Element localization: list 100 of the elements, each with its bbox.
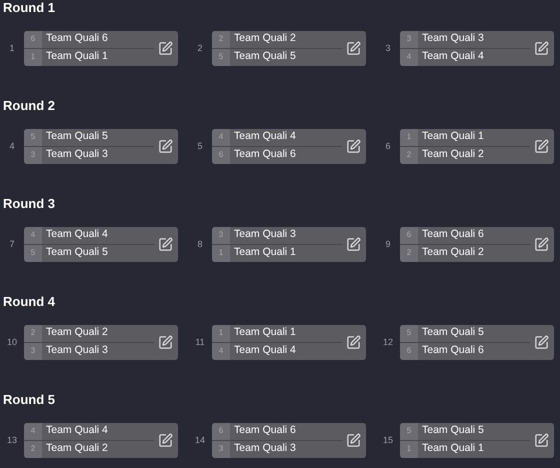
- team-name: Team Quali 3: [45, 147, 108, 162]
- team-name: Team Quali 2: [45, 325, 108, 340]
- match-card[interactable]: 6 Team Quali 6 3 Team Quali 3: [212, 423, 366, 458]
- seed-number: 3: [24, 342, 42, 360]
- team-name: Team Quali 5: [421, 325, 484, 340]
- team-name: Team Quali 2: [233, 31, 296, 46]
- match-card[interactable]: 6 Team Quali 6 1 Team Quali 1: [24, 31, 178, 66]
- seed-number: 5: [24, 244, 42, 262]
- match-number: 2: [196, 42, 204, 55]
- edit-icon[interactable]: [158, 335, 173, 350]
- match-card[interactable]: 2 Team Quali 2 3 Team Quali 3: [24, 325, 178, 360]
- team-name: Team Quali 1: [421, 129, 484, 144]
- team-name: Team Quali 4: [45, 423, 108, 438]
- edit-icon[interactable]: [534, 139, 549, 154]
- team-name: Team Quali 5: [45, 245, 108, 260]
- edit-icon[interactable]: [534, 237, 549, 252]
- match-number: 13: [6, 434, 18, 447]
- seed-number: 5: [24, 129, 42, 146]
- match-card[interactable]: 6 Team Quali 6 2 Team Quali 2: [400, 227, 554, 262]
- edit-icon[interactable]: [346, 41, 361, 56]
- seed-number: 3: [212, 227, 230, 244]
- match-card[interactable]: 3 Team Quali 3 4 Team Quali 4: [400, 31, 554, 66]
- seed-number: 5: [400, 325, 418, 342]
- team-name: Team Quali 2: [421, 147, 484, 162]
- seed-number: 1: [400, 440, 418, 458]
- seed-number: 4: [212, 129, 230, 146]
- match-number: 11: [194, 336, 206, 349]
- seed-number: 2: [24, 325, 42, 342]
- match-number: 9: [384, 238, 392, 251]
- match-number: 14: [194, 434, 206, 447]
- team-name: Team Quali 5: [45, 129, 108, 144]
- seed-number: 4: [24, 227, 42, 244]
- team-name: Team Quali 4: [233, 343, 296, 358]
- seed-number: 4: [400, 48, 418, 66]
- seed-number: 2: [212, 31, 230, 48]
- team-name: Team Quali 2: [421, 245, 484, 260]
- edit-icon[interactable]: [534, 433, 549, 448]
- seed-number: 2: [400, 146, 418, 164]
- edit-icon[interactable]: [158, 433, 173, 448]
- edit-icon[interactable]: [534, 335, 549, 350]
- team-name: Team Quali 5: [421, 423, 484, 438]
- team-name: Team Quali 6: [45, 31, 108, 46]
- edit-icon[interactable]: [346, 139, 361, 154]
- team-name: Team Quali 3: [45, 343, 108, 358]
- team-name: Team Quali 1: [233, 325, 296, 340]
- seed-number: 6: [212, 423, 230, 440]
- seed-number: 1: [400, 129, 418, 146]
- seed-number: 4: [24, 423, 42, 440]
- match-number: 10: [6, 336, 18, 349]
- team-name: Team Quali 3: [233, 227, 296, 242]
- edit-icon[interactable]: [346, 237, 361, 252]
- match-card[interactable]: 5 Team Quali 5 1 Team Quali 1: [400, 423, 554, 458]
- team-name: Team Quali 5: [233, 49, 296, 64]
- match-card[interactable]: 2 Team Quali 2 5 Team Quali 5: [212, 31, 366, 66]
- seed-number: 3: [212, 440, 230, 458]
- seed-number: 4: [212, 342, 230, 360]
- edit-icon[interactable]: [158, 139, 173, 154]
- team-name: Team Quali 4: [421, 49, 484, 64]
- round-title: Round 3: [2, 196, 55, 212]
- team-name: Team Quali 3: [421, 31, 484, 46]
- edit-icon[interactable]: [346, 433, 361, 448]
- seed-number: 2: [24, 440, 42, 458]
- seed-number: 6: [400, 227, 418, 244]
- seed-number: 3: [400, 31, 418, 48]
- seed-number: 1: [212, 244, 230, 262]
- match-card[interactable]: 4 Team Quali 4 5 Team Quali 5: [24, 227, 178, 262]
- edit-icon[interactable]: [534, 41, 549, 56]
- match-card[interactable]: 3 Team Quali 3 1 Team Quali 1: [212, 227, 366, 262]
- team-name: Team Quali 1: [421, 441, 484, 456]
- match-number: 6: [384, 140, 392, 153]
- seed-number: 1: [212, 325, 230, 342]
- match-card[interactable]: 5 Team Quali 5 6 Team Quali 6: [400, 325, 554, 360]
- match-number: 7: [8, 238, 16, 251]
- match-number: 15: [382, 434, 394, 447]
- team-name: Team Quali 1: [45, 49, 108, 64]
- team-name: Team Quali 6: [421, 227, 484, 242]
- team-name: Team Quali 4: [45, 227, 108, 242]
- match-card[interactable]: 4 Team Quali 4 2 Team Quali 2: [24, 423, 178, 458]
- seed-number: 6: [400, 342, 418, 360]
- match-number: 5: [196, 140, 204, 153]
- edit-icon[interactable]: [158, 41, 173, 56]
- match-number: 8: [196, 238, 204, 251]
- match-card[interactable]: 4 Team Quali 4 6 Team Quali 6: [212, 129, 366, 164]
- match-card[interactable]: 1 Team Quali 1 2 Team Quali 2: [400, 129, 554, 164]
- match-card[interactable]: 1 Team Quali 1 4 Team Quali 4: [212, 325, 366, 360]
- team-name: Team Quali 6: [421, 343, 484, 358]
- edit-icon[interactable]: [346, 335, 361, 350]
- edit-icon[interactable]: [158, 237, 173, 252]
- match-number: 1: [8, 42, 16, 55]
- round-title: Round 5: [2, 392, 55, 408]
- match-number: 3: [384, 42, 392, 55]
- team-name: Team Quali 2: [45, 441, 108, 456]
- seed-number: 6: [24, 31, 42, 48]
- match-number: 4: [8, 140, 16, 153]
- match-card[interactable]: 5 Team Quali 5 3 Team Quali 3: [24, 129, 178, 164]
- seed-number: 3: [24, 146, 42, 164]
- round-title: Round 2: [2, 98, 55, 114]
- team-name: Team Quali 6: [233, 147, 296, 162]
- seed-number: 5: [212, 48, 230, 66]
- seed-number: 6: [212, 146, 230, 164]
